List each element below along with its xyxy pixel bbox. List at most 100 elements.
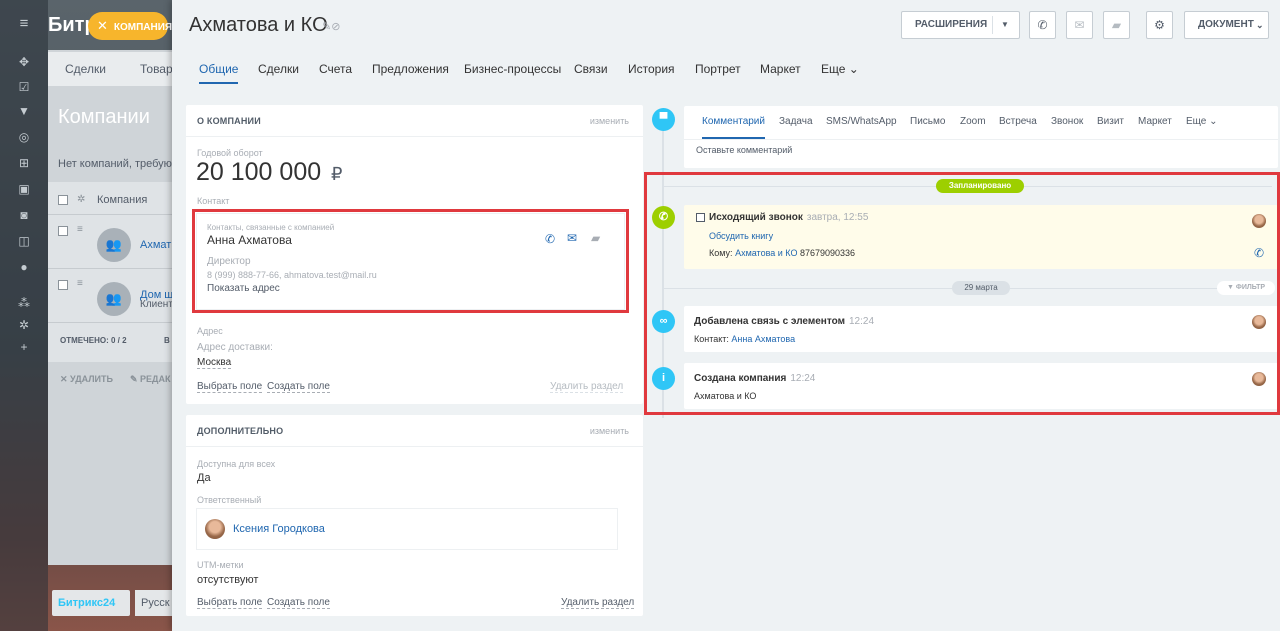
create-field-link[interactable]: Создать поле — [267, 381, 330, 393]
comment-bubble-icon: ▀ — [652, 108, 675, 131]
company-avatar: 👥 — [97, 282, 131, 316]
slider-close-chip[interactable]: ✕ КОМПАНИЯ — [88, 12, 172, 40]
editor-tab-more-label: Еще — [1186, 116, 1207, 127]
column-company[interactable]: Компания — [97, 194, 147, 206]
tab-portrait[interactable]: Портрет — [695, 62, 741, 76]
close-icon: ✕ — [60, 374, 71, 384]
select-field-link[interactable]: Выбрать поле — [197, 597, 263, 609]
gear-icon[interactable]: ⚙ — [1146, 11, 1173, 39]
editor-tab-task[interactable]: Задача — [779, 116, 813, 127]
responsible-box: Ксения Городкова — [196, 508, 618, 550]
delete-action-label: УДАЛИТЬ — [70, 374, 113, 384]
editor-tab-zoom[interactable]: Zoom — [960, 116, 986, 127]
nav-products[interactable]: Товар — [140, 62, 173, 76]
row-divider — [48, 268, 172, 269]
editor-tab-sms[interactable]: SMS/WhatsApp — [826, 116, 897, 127]
extensions-button[interactable]: РАСШИРЕНИЯ ▼ — [901, 11, 1020, 39]
calendar-check-icon[interactable]: ☑ — [17, 80, 31, 94]
tab-business-processes[interactable]: Бизнес-процессы — [464, 62, 561, 76]
company-link[interactable]: Ахмат — [140, 239, 171, 251]
tab-history[interactable]: История — [628, 62, 675, 76]
editor-tab-market[interactable]: Маркет — [1138, 116, 1172, 127]
utm-value: отсутствуют — [197, 574, 259, 586]
editor-tab-comment[interactable]: Комментарий — [702, 116, 765, 139]
chevron-down-icon[interactable]: ▼ — [1001, 12, 1009, 38]
select-all-checkbox[interactable] — [58, 195, 68, 205]
edit-action[interactable]: ✎ РЕДАК — [130, 374, 170, 385]
cart-icon[interactable]: ⊞ — [17, 156, 31, 170]
selected-counter: ОТМЕЧЕНО: 0 / 2 — [60, 336, 127, 345]
row-checkbox[interactable] — [58, 280, 68, 290]
crm-top-nav: Сделки Товар — [48, 52, 173, 86]
revenue-label: Годовой оборот — [197, 148, 263, 158]
additional-card-header: ДОПОЛНИТЕЛЬНО изменить — [186, 415, 643, 447]
footer-language[interactable]: Русск — [135, 590, 173, 616]
editor-tab-call[interactable]: Звонок — [1051, 116, 1083, 127]
activity-editor: Комментарий Задача SMS/WhatsApp Письмо Z… — [684, 106, 1278, 168]
select-field-link[interactable]: Выбрать поле — [197, 381, 263, 393]
responsible-name[interactable]: Ксения Городкова — [233, 523, 325, 535]
tab-relations[interactable]: Связи — [574, 62, 608, 76]
edit-action-label: РЕДАК — [140, 374, 171, 384]
mail-icon[interactable]: ✉ — [1066, 11, 1093, 39]
database-icon[interactable]: ◫ — [17, 234, 31, 248]
row-divider — [48, 214, 172, 215]
target-icon[interactable]: ◎ — [17, 130, 31, 144]
editor-tab-visit[interactable]: Визит — [1097, 116, 1124, 127]
chevron-down-icon: ⌄ — [848, 62, 859, 76]
company-slider: Ахматова и КО ✎⊘ РАСШИРЕНИЯ ▼ ✆ ✉ ▰ ⚙ ДО… — [172, 0, 1280, 631]
revenue-value: 20 100 000 — [196, 158, 322, 186]
about-card-header: О КОМПАНИИ изменить — [186, 105, 643, 137]
circle-icon[interactable]: ● — [17, 260, 31, 274]
editor-tab-more[interactable]: Еще ⌄ — [1186, 116, 1218, 127]
document-button[interactable]: ДОКУМЕНТ ⌄ — [1184, 11, 1269, 39]
row-menu-icon[interactable]: ≡ — [77, 278, 83, 289]
robot-icon[interactable]: ◙ — [17, 208, 31, 222]
row-checkbox[interactable] — [58, 226, 68, 236]
company-avatar: 👥 — [97, 228, 131, 262]
about-edit-link[interactable]: изменить — [590, 116, 629, 126]
nav-deals[interactable]: Сделки — [65, 62, 106, 76]
page-title: Ахматова и КО — [189, 14, 328, 36]
tab-deals[interactable]: Сделки — [258, 62, 299, 76]
editor-tab-email[interactable]: Письмо — [910, 116, 945, 127]
avatar — [205, 519, 225, 539]
pencil-icon: ✎ — [130, 374, 141, 384]
tab-more[interactable]: Еще ⌄ — [821, 62, 859, 76]
contact-card-icon[interactable]: ▣ — [17, 182, 31, 196]
delete-section-link[interactable]: Удалить раздел — [561, 597, 635, 609]
tab-invoices[interactable]: Счета — [319, 62, 352, 76]
additional-edit-link[interactable]: изменить — [590, 426, 629, 436]
tab-market[interactable]: Маркет — [760, 62, 801, 76]
additional-card-title: ДОПОЛНИТЕЛЬНО — [197, 426, 284, 436]
delivery-address-value[interactable]: Москва — [197, 357, 232, 369]
available-value: Да — [197, 472, 211, 484]
puzzle-icon[interactable]: ✥ — [17, 55, 31, 69]
create-field-link[interactable]: Создать поле — [267, 597, 330, 609]
delete-section-link[interactable]: Удалить раздел — [550, 381, 624, 393]
sitemap-icon[interactable]: ⁂ — [17, 296, 31, 310]
settings-gear-icon[interactable]: ✲ — [77, 194, 85, 205]
editor-tab-meeting[interactable]: Встреча — [999, 116, 1037, 127]
row-menu-icon[interactable]: ≡ — [77, 224, 83, 235]
hamburger-menu-icon[interactable]: ≡ — [17, 16, 31, 31]
company-type: Клиент — [140, 299, 173, 310]
chevron-down-icon: ⌄ — [1209, 116, 1218, 127]
additional-card: ДОПОЛНИТЕЛЬНО изменить Доступна для всех… — [186, 415, 643, 616]
about-company-card: О КОМПАНИИ изменить Годовой оборот 20 10… — [186, 105, 643, 404]
plus-icon[interactable]: + — [17, 340, 31, 354]
document-button-label: ДОКУМЕНТ — [1198, 19, 1254, 30]
extensions-button-label: РАСШИРЕНИЯ — [915, 19, 988, 30]
companies-table — [48, 182, 172, 362]
chat-icon[interactable]: ▰ — [1103, 11, 1130, 39]
phone-icon[interactable]: ✆ — [1029, 11, 1056, 39]
delete-action[interactable]: ✕ УДАЛИТЬ — [60, 374, 113, 385]
tab-quotes[interactable]: Предложения — [372, 62, 449, 76]
contact-label: Контакт — [197, 196, 230, 206]
tab-general[interactable]: Общие — [199, 62, 239, 84]
edit-title-icon[interactable]: ✎⊘ — [322, 20, 340, 33]
comment-input[interactable]: Оставьте комментарий — [696, 145, 1266, 161]
gear-icon[interactable]: ✲ — [17, 318, 31, 332]
filter-icon[interactable]: ▼ — [17, 104, 31, 118]
address-label: Адрес — [197, 326, 223, 336]
